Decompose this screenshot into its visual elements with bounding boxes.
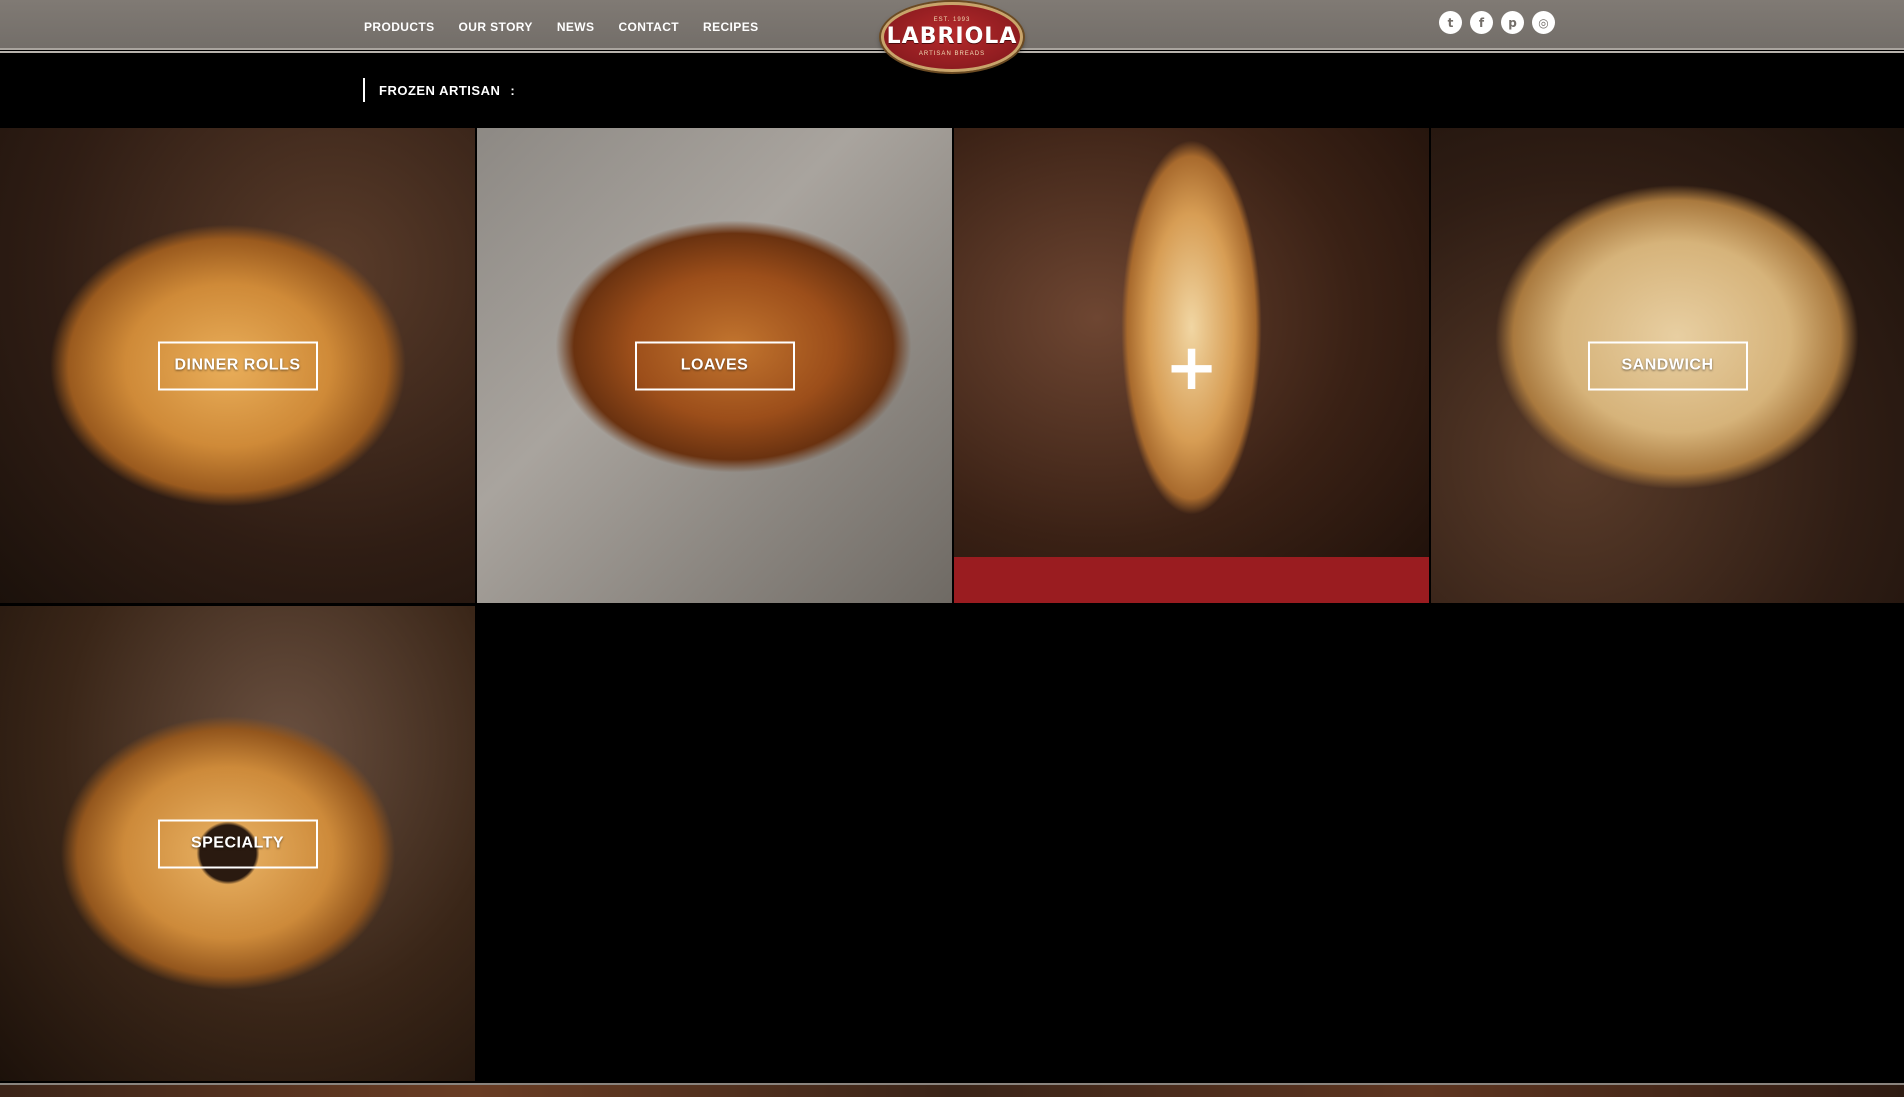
- hover-accent-bar: [954, 557, 1429, 603]
- tile-loaves[interactable]: LOAVES: [477, 128, 952, 603]
- instagram-icon[interactable]: ◎: [1532, 11, 1555, 34]
- facebook-icon[interactable]: f: [1470, 11, 1493, 34]
- dinner-rolls-label[interactable]: DINNER ROLLS: [157, 341, 318, 390]
- plus-icon[interactable]: +: [1165, 336, 1219, 400]
- breadcrumb-separator[interactable]: :: [510, 83, 515, 98]
- main-nav: PRODUCTS OUR STORY NEWS CONTACT RECIPES: [364, 20, 759, 34]
- nav-news[interactable]: NEWS: [557, 20, 595, 34]
- nav-our-story[interactable]: OUR STORY: [459, 20, 533, 34]
- loaves-label[interactable]: LOAVES: [634, 341, 795, 390]
- nav-recipes[interactable]: RECIPES: [703, 20, 758, 34]
- specialty-label[interactable]: SPECIALTY: [157, 819, 318, 868]
- tile-specialty[interactable]: SPECIALTY: [0, 606, 475, 1081]
- pinterest-icon[interactable]: p: [1501, 11, 1524, 34]
- tile-sandwich[interactable]: SANDWICH: [1431, 128, 1904, 603]
- logo-established: EST. 1993: [933, 17, 971, 23]
- breadcrumb-label: FROZEN ARTISAN: [379, 82, 501, 98]
- nav-products[interactable]: PRODUCTS: [364, 20, 435, 34]
- tile-baguette[interactable]: +: [954, 128, 1429, 603]
- social-links: t f p ◎: [1439, 11, 1555, 34]
- logo-tagline: ARTISAN BREADS: [918, 51, 986, 57]
- logo-name: LABRIOLA: [886, 24, 1018, 49]
- site-header: PRODUCTS OUR STORY NEWS CONTACT RECIPES …: [0, 0, 1904, 72]
- twitter-icon[interactable]: t: [1439, 11, 1462, 34]
- sandwich-label[interactable]: SANDWICH: [1587, 341, 1748, 390]
- breadcrumb: FROZEN ARTISAN :: [363, 78, 515, 102]
- footer-strip: [0, 1083, 1904, 1097]
- labriola-logo[interactable]: EST. 1993 LABRIOLA ARTISAN BREADS: [881, 2, 1023, 72]
- tile-dinner-rolls[interactable]: DINNER ROLLS: [0, 128, 475, 603]
- nav-contact[interactable]: CONTACT: [618, 20, 679, 34]
